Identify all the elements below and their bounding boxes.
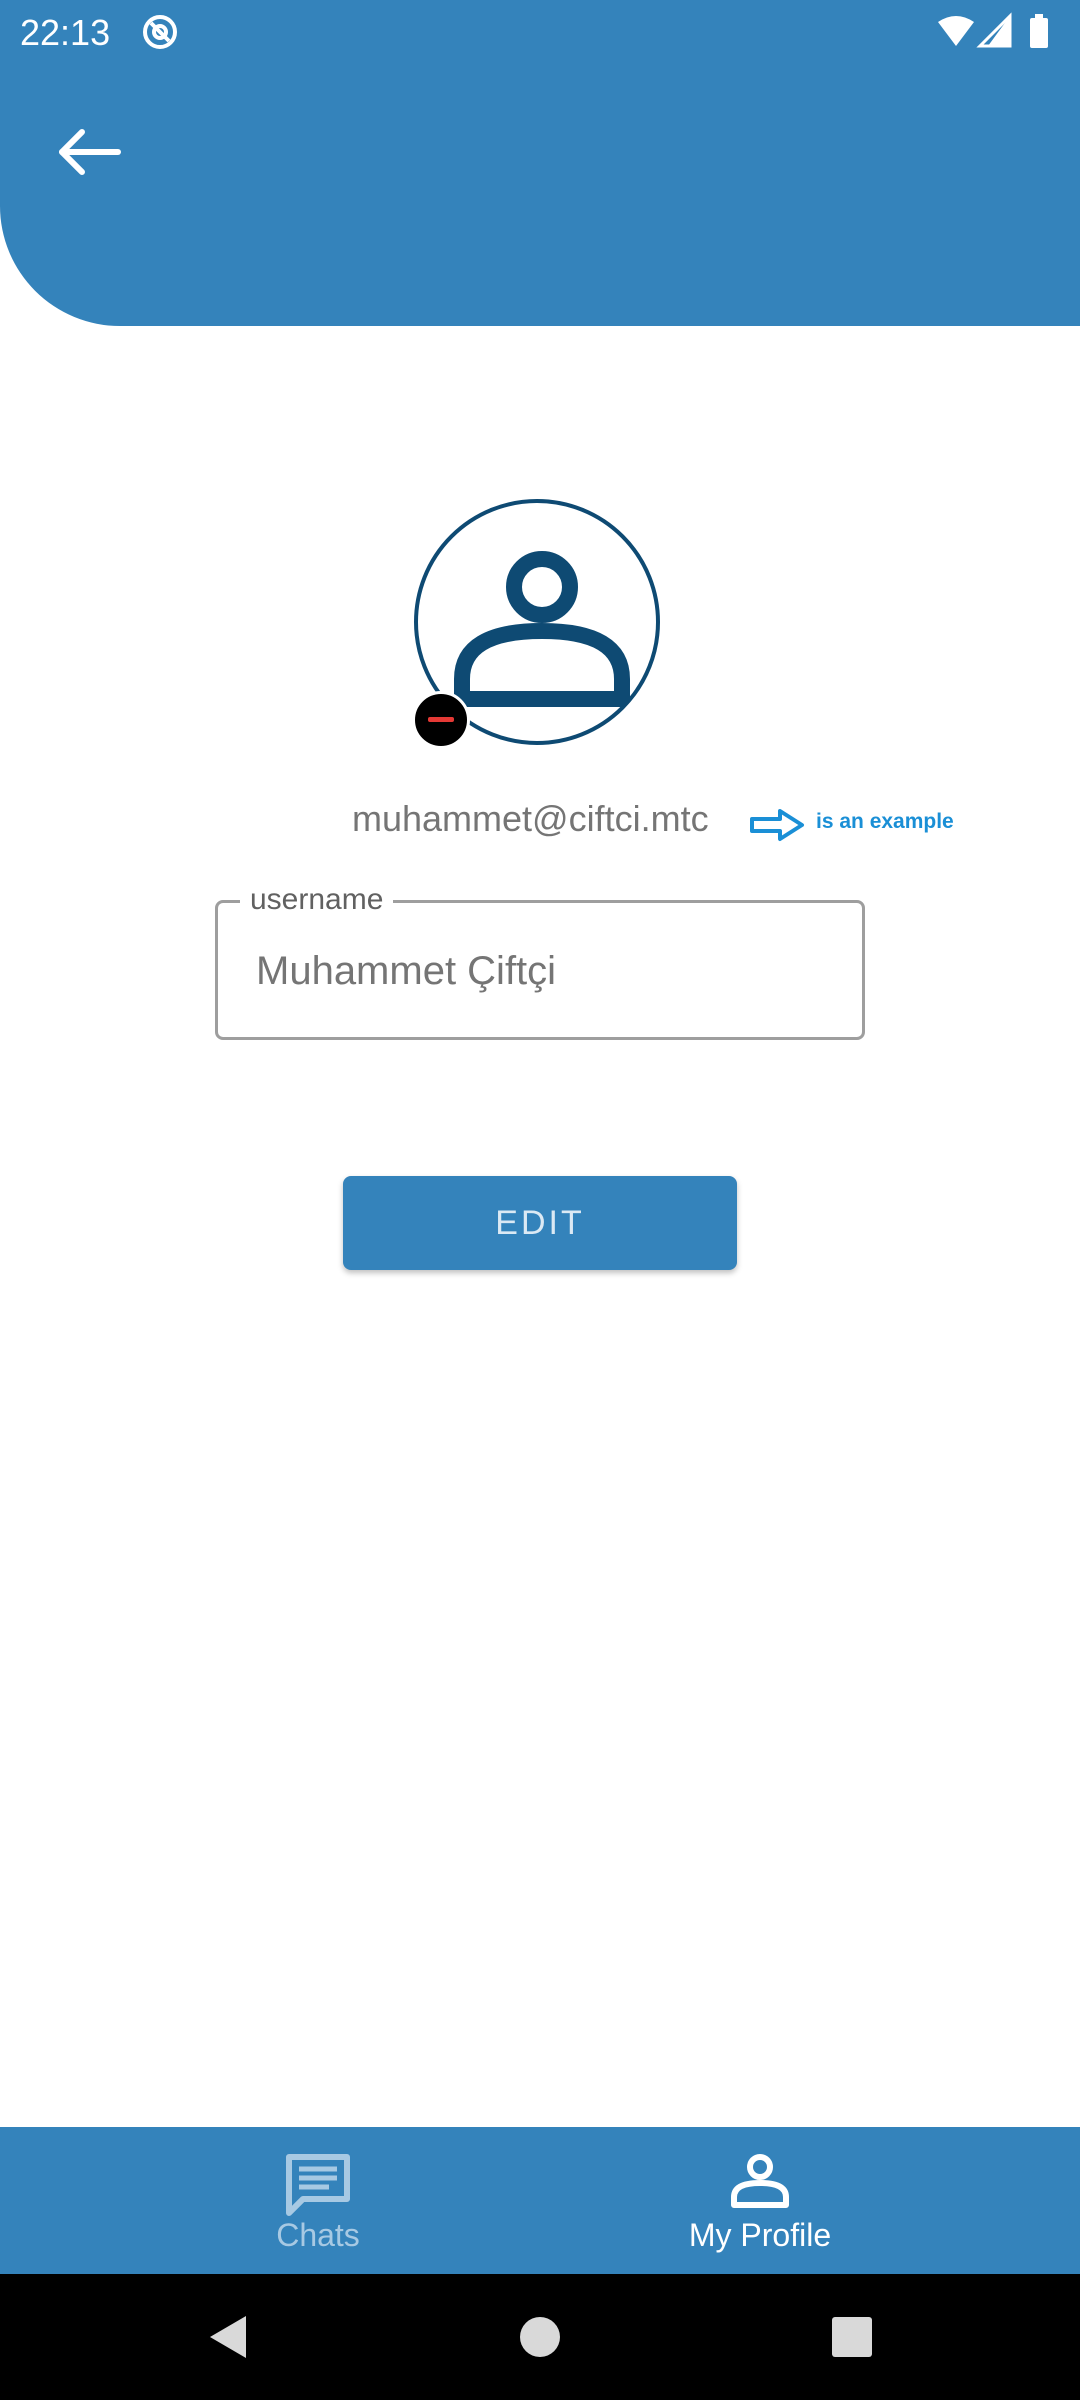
email-text: muhammet@ciftci.mtc: [352, 798, 709, 839]
status-icons: [936, 12, 1056, 57]
nav-label-my-profile: My Profile: [688, 2217, 832, 2253]
arrow-right-icon: [748, 808, 806, 847]
status-time: 22:13: [20, 12, 111, 53]
example-note: is an example: [816, 810, 954, 833]
system-back-button[interactable]: [164, 2274, 284, 2400]
profile-avatar[interactable]: [412, 497, 668, 753]
username-label: username: [240, 883, 394, 917]
recents-square-icon: [792, 2317, 912, 2404]
system-home-button[interactable]: [480, 2274, 600, 2400]
wifi-icon: [938, 16, 974, 46]
signal-icon: [976, 12, 1012, 48]
home-circle-icon: [480, 2317, 600, 2404]
arrow-left-icon: [48, 129, 128, 188]
person-icon: [730, 2151, 790, 2216]
status-bar: 22:13: [0, 0, 1080, 64]
system-navigation-bar: [0, 2274, 1080, 2400]
system-recents-button[interactable]: [792, 2274, 912, 2400]
bottom-navigation: Chats My Profile: [0, 2127, 1080, 2274]
at-sign-icon: [140, 12, 180, 57]
back-button[interactable]: [48, 120, 128, 184]
back-triangle-icon: [164, 2316, 284, 2404]
remove-photo-button[interactable]: [412, 691, 470, 749]
edit-button[interactable]: EDIT: [343, 1176, 737, 1270]
username-field[interactable]: username: [215, 883, 865, 1040]
battery-icon: [1030, 14, 1048, 48]
username-input[interactable]: [256, 949, 816, 994]
chat-icon: [283, 2151, 353, 2222]
nav-item-my-profile[interactable]: My Profile: [490, 2127, 1030, 2274]
